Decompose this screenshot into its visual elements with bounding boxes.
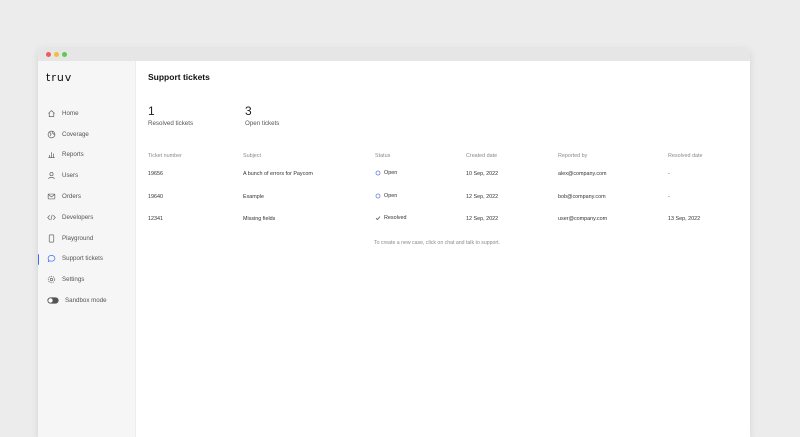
sidebar-nav: Home Coverage Reports Users Orders Devel…: [38, 103, 135, 311]
column-header-subject[interactable]: Subject: [243, 149, 375, 163]
ticket-resolved-date: -: [668, 193, 670, 200]
device-icon: [47, 234, 56, 243]
ticket-created-date: 12 Sep, 2022: [466, 193, 499, 200]
ticket-reporter: alex@company.com: [558, 171, 607, 178]
ticket-subject: Missing fields: [243, 216, 276, 223]
sidebar-item-label: Developers: [62, 213, 94, 221]
sidebar-item-support-tickets[interactable]: Support tickets: [38, 249, 135, 270]
column-header-status[interactable]: Status: [375, 149, 466, 163]
window-titlebar: [38, 48, 750, 61]
browser-window: truv Home Coverage Reports Users Orders …: [38, 48, 750, 437]
user-icon: [47, 171, 56, 180]
ticket-created-date: 12 Sep, 2022: [466, 216, 499, 223]
window-close-button[interactable]: [46, 52, 51, 57]
ticket-stats: 1 Resolved tickets 3 Open tickets: [148, 104, 738, 127]
support-footer-note: To create a new case, click on chat and …: [374, 239, 501, 246]
chart-icon: [47, 150, 56, 159]
sidebar-item-developers[interactable]: Developers: [38, 207, 135, 228]
ticket-subject: Example: [243, 193, 264, 200]
open-status-icon: [375, 193, 381, 199]
ticket-number: 12341: [148, 216, 163, 223]
column-header-resolved-date[interactable]: Resolved date: [668, 149, 738, 163]
sidebar-item-users[interactable]: Users: [38, 165, 135, 186]
mail-icon: [47, 192, 56, 201]
sidebar-item-label: Playground: [62, 234, 94, 242]
ticket-subject: A bunch of errors for Paycom: [243, 171, 313, 178]
page-title: Support tickets: [148, 72, 210, 82]
tickets-table: Ticket number Subject Status Created dat…: [148, 149, 738, 231]
ticket-resolved-date: 13 Sep, 2022: [668, 216, 701, 223]
sidebar-item-playground[interactable]: Playground: [38, 228, 135, 249]
sidebar-item-sandbox-mode[interactable]: Sandbox mode: [38, 290, 135, 311]
sidebar-item-home[interactable]: Home: [38, 103, 135, 124]
sidebar-item-label: Home: [62, 109, 79, 117]
checkmark-icon: [375, 215, 381, 221]
sidebar-item-label: Sandbox mode: [65, 297, 107, 305]
sidebar: truv Home Coverage Reports Users Orders …: [38, 61, 136, 437]
globe-icon: [47, 130, 56, 139]
sidebar-item-settings[interactable]: Settings: [38, 269, 135, 290]
status-label: Open: [384, 170, 398, 177]
stat-value: 1: [148, 104, 155, 118]
ticket-reporter: bob@company.com: [558, 193, 606, 200]
truv-logo[interactable]: truv: [46, 71, 135, 91]
main-content: Support tickets 1 Resolved tickets 3 Ope…: [136, 61, 750, 437]
status-label: Resolved: [384, 215, 407, 222]
ticket-number: 19640: [148, 193, 163, 200]
window-maximize-button[interactable]: [62, 52, 67, 57]
ticket-number: 19656: [148, 171, 163, 178]
ticket-created-date: 10 Sep, 2022: [466, 171, 499, 178]
ticket-resolved-date: -: [668, 171, 670, 178]
sidebar-item-reports[interactable]: Reports: [38, 145, 135, 166]
column-header-reported-by[interactable]: Reported by: [558, 149, 668, 163]
table-header-row: Ticket number Subject Status Created dat…: [148, 149, 738, 163]
open-status-icon: [375, 170, 381, 176]
toggle-icon[interactable]: [47, 296, 59, 305]
sidebar-item-orders[interactable]: Orders: [38, 186, 135, 207]
table-row[interactable]: 19656 A bunch of errors for Paycom Open …: [148, 163, 738, 186]
status-label: Open: [384, 192, 398, 199]
ticket-status: Open: [375, 163, 466, 186]
column-header-created-date[interactable]: Created date: [466, 149, 558, 163]
home-icon: [47, 109, 56, 118]
stat-label: Resolved tickets: [148, 120, 194, 127]
stat-open-tickets: 3 Open tickets: [245, 104, 342, 127]
sidebar-item-label: Reports: [62, 151, 84, 159]
sidebar-item-label: Settings: [62, 276, 85, 284]
ticket-status: Open: [375, 186, 466, 209]
gear-icon: [47, 275, 56, 284]
sidebar-item-label: Coverage: [62, 130, 89, 138]
chat-icon: [47, 254, 56, 263]
stat-resolved-tickets: 1 Resolved tickets: [148, 104, 245, 127]
window-minimize-button[interactable]: [54, 52, 59, 57]
sidebar-item-label: Support tickets: [62, 255, 103, 263]
sidebar-item-label: Orders: [62, 193, 81, 201]
code-icon: [47, 213, 56, 222]
table-row[interactable]: 12341 Missing fields Resolved 12 Sep, 20…: [148, 208, 738, 231]
ticket-status: Resolved: [375, 208, 466, 231]
table-row[interactable]: 19640 Example Open 12 Sep, 2022 bob@comp…: [148, 186, 738, 209]
sidebar-item-coverage[interactable]: Coverage: [38, 124, 135, 145]
app-body: truv Home Coverage Reports Users Orders …: [38, 61, 750, 437]
ticket-reporter: user@company.com: [558, 216, 608, 223]
stat-label: Open tickets: [245, 120, 280, 127]
stat-value: 3: [245, 104, 252, 118]
column-header-ticket-number[interactable]: Ticket number: [148, 149, 243, 163]
sidebar-item-label: Users: [62, 172, 79, 180]
